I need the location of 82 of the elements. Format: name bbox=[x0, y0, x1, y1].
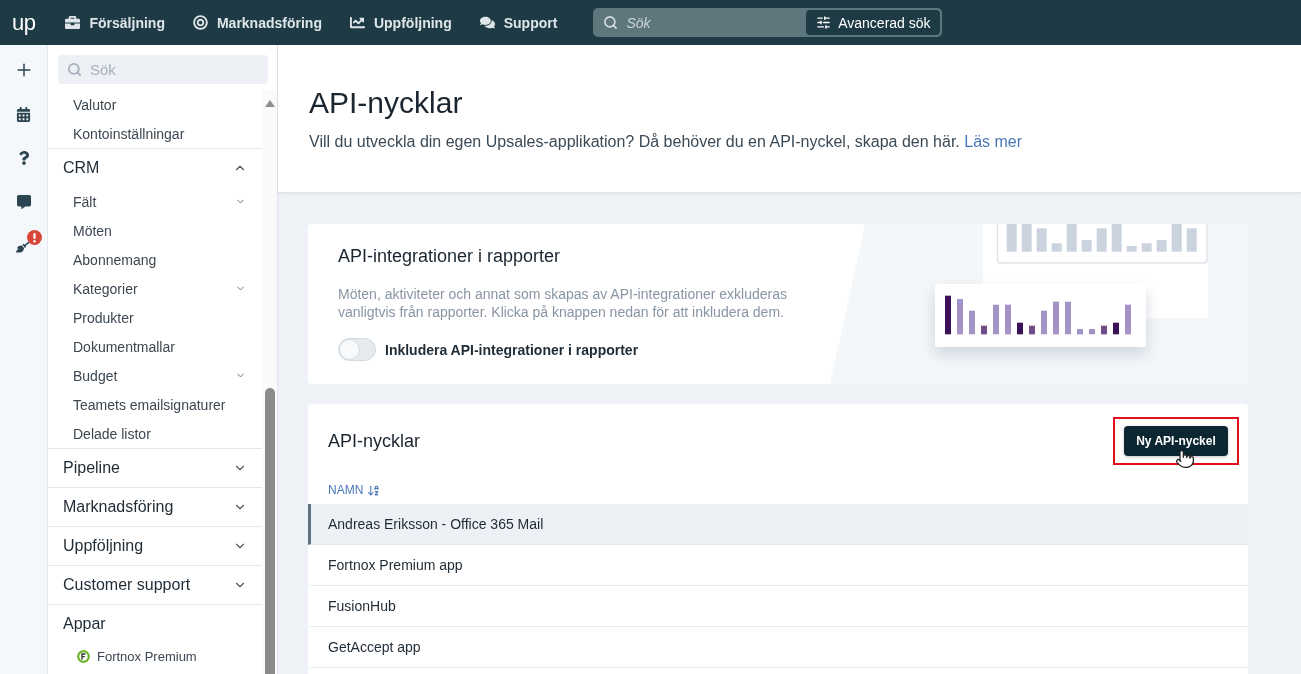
nav-item[interactable]: Support bbox=[465, 0, 572, 45]
sidebar-item[interactable]: Dokumentmallar bbox=[48, 332, 262, 361]
chart-bar bbox=[1006, 224, 1017, 252]
search-icon bbox=[603, 15, 619, 30]
hand-cursor-icon bbox=[1175, 449, 1195, 469]
sidebar-section-header[interactable]: Appar bbox=[48, 605, 262, 643]
search-icon bbox=[67, 62, 82, 77]
chart-bar bbox=[1113, 322, 1119, 335]
chart-bar bbox=[1077, 329, 1083, 335]
chart-bar bbox=[1021, 224, 1032, 252]
scrollbar-thumb[interactable] bbox=[264, 388, 275, 674]
search-field[interactable]: Sök Avancerad sök bbox=[593, 8, 943, 37]
chart-bar bbox=[1017, 322, 1023, 335]
chart-bar bbox=[1126, 246, 1137, 252]
briefcase-icon bbox=[65, 15, 81, 30]
chart-bar bbox=[1156, 240, 1167, 252]
chart-bar bbox=[1101, 325, 1107, 335]
chat-bubble-icon bbox=[16, 195, 31, 209]
logo[interactable]: up bbox=[12, 10, 36, 35]
page-description: Vill du utveckla din egen Upsales-applikation? Då behöver du en API-nyckel, skapa den här. Läs mer bbox=[309, 132, 1024, 152]
sidebar-item[interactable]: Budget bbox=[48, 361, 262, 390]
learn-more-link[interactable]: Läs mer bbox=[964, 133, 1023, 150]
new-api-key-button[interactable]: Ny API-nyckel bbox=[1124, 426, 1228, 456]
sidebar-item[interactable]: Möten bbox=[48, 216, 262, 245]
sidebar-item[interactable]: Teamets emailsignaturer bbox=[48, 390, 262, 419]
chart-bar bbox=[1053, 301, 1059, 335]
sidebar-item[interactable]: Kontoinställningar bbox=[48, 119, 262, 148]
chart-bar bbox=[1081, 240, 1092, 252]
chart-bar bbox=[993, 304, 999, 335]
chart-bar bbox=[1041, 310, 1047, 335]
chart-bar bbox=[1186, 228, 1197, 252]
toggle-label: Inkludera API-integrationer i rapporter bbox=[385, 341, 639, 358]
chart-bar bbox=[1111, 224, 1122, 252]
card-title: API-nycklar bbox=[328, 430, 421, 452]
page-title: API-nycklar bbox=[309, 85, 464, 121]
chart-bar bbox=[1051, 243, 1062, 252]
card-title: API-integrationer i rapporter bbox=[338, 245, 562, 267]
sidebar-item[interactable]: Produkter bbox=[48, 303, 262, 332]
chart-bar bbox=[1066, 224, 1077, 252]
sidebar-item[interactable]: Delade listor bbox=[48, 419, 262, 448]
sidebar-section-header[interactable]: Uppföljning bbox=[48, 527, 262, 565]
sidebar-item[interactable]: Abonnemang bbox=[48, 245, 262, 274]
chart-bar bbox=[1125, 304, 1131, 335]
sidebar-search-field[interactable]: Sök bbox=[58, 55, 268, 84]
sidebar-app-item[interactable]: Fortnox Premium bbox=[48, 643, 262, 669]
chart-bar bbox=[1029, 325, 1035, 335]
chart-bar bbox=[1036, 228, 1047, 252]
column-header[interactable]: NAMN bbox=[328, 483, 381, 497]
sidebar-section-header[interactable]: Customer support bbox=[48, 566, 262, 604]
chart-bar bbox=[1171, 224, 1182, 252]
bullseye-icon bbox=[192, 15, 208, 30]
nav-item[interactable]: Uppföljning bbox=[335, 0, 466, 45]
card-description: Möten, aktiviteter och annat som skapas av API-integrationer exkluderas vanligtvis från rapporter. Klicka på knappen nedan för att inkludera dem. bbox=[338, 285, 788, 321]
scroll-up-arrow-icon[interactable] bbox=[264, 100, 275, 107]
app-icon bbox=[77, 649, 90, 663]
toggle-switch[interactable] bbox=[338, 338, 376, 361]
chart-bar bbox=[1089, 329, 1095, 335]
sidebar-section-header[interactable]: CRM bbox=[48, 149, 262, 187]
chat-bubbles-icon bbox=[479, 15, 495, 30]
nav-item[interactable]: Marknadsföring bbox=[178, 0, 336, 45]
chart-bar bbox=[981, 325, 987, 335]
chart-bar bbox=[945, 295, 951, 335]
chart-bar bbox=[969, 310, 975, 335]
search-input[interactable]: Sök bbox=[626, 11, 799, 34]
chart-bar bbox=[957, 299, 963, 335]
chart-bar bbox=[1005, 304, 1011, 335]
sidebar-item[interactable]: Valutor bbox=[48, 90, 262, 119]
sidebar-item[interactable]: Fält bbox=[48, 187, 262, 216]
calendar-icon bbox=[16, 106, 31, 122]
sliders-icon bbox=[816, 15, 832, 30]
sidebar-section-header[interactable]: Marknadsföring bbox=[48, 488, 262, 526]
advanced-search-button[interactable]: Avancerad sök bbox=[806, 10, 941, 35]
search-input[interactable]: Sök bbox=[90, 58, 259, 81]
chart-bar bbox=[1065, 301, 1071, 335]
line-chart-icon bbox=[349, 15, 365, 30]
sidebar-section-header[interactable]: Pipeline bbox=[48, 449, 262, 487]
table-row[interactable]: Andreas Eriksson - Office 365 Mail bbox=[308, 504, 1248, 545]
nav-item[interactable]: Försäljning bbox=[51, 0, 179, 45]
sidebar-item[interactable]: Kategorier bbox=[48, 274, 262, 303]
chart-bar bbox=[1141, 243, 1152, 252]
sort-icon bbox=[367, 483, 381, 497]
chart-bar bbox=[1096, 228, 1107, 252]
